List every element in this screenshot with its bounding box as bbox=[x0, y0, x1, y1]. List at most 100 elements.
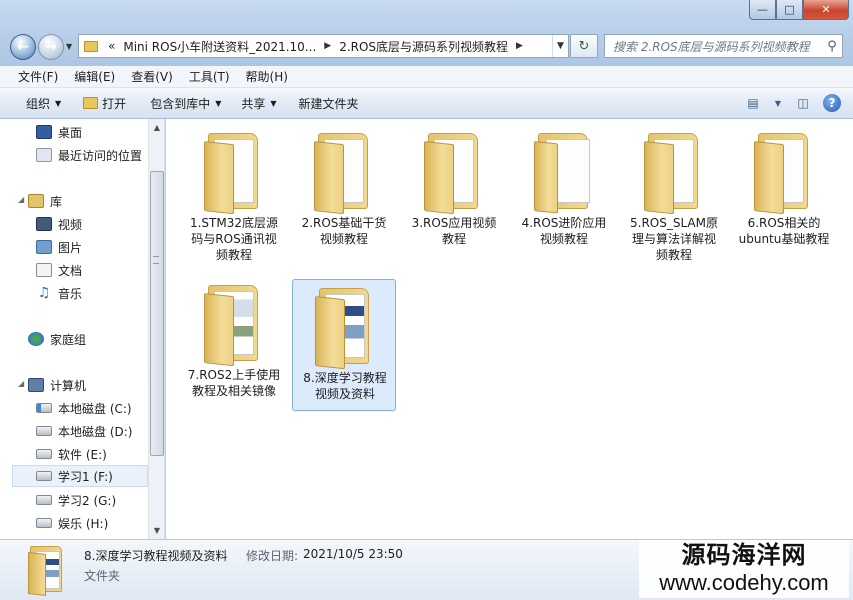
chevron-down-icon: ▼ bbox=[55, 98, 62, 108]
folder-icon bbox=[424, 133, 486, 215]
nav-scrollbar[interactable]: ▲ ▼ bbox=[148, 119, 164, 539]
address-bar[interactable]: « Mini ROS小车附送资料_2021.10... ▶ 2.ROS底层与源码… bbox=[78, 34, 569, 58]
nav-item-drive-h[interactable]: 娱乐 (H:) bbox=[36, 512, 148, 534]
new-folder-label: 新建文件夹 bbox=[298, 96, 359, 111]
scrollbar-thumb[interactable] bbox=[150, 171, 164, 456]
title-bar: — □ ✕ ← → ▼ « Mini ROS小车附送资料_2021.10... … bbox=[0, 0, 853, 66]
nav-item-drive-d[interactable]: 本地磁盘 (D:) bbox=[36, 420, 148, 442]
selected-item-name: 8.深度学习教程视频及资料 bbox=[84, 549, 228, 563]
folder-item-1[interactable]: 1.STM32底层源 码与ROS通讯视 频教程 bbox=[182, 125, 286, 262]
forward-button[interactable]: → bbox=[38, 34, 64, 60]
folder-item-5[interactable]: 5.ROS_SLAM原 理与算法详解视 频教程 bbox=[622, 125, 726, 262]
menu-file[interactable]: 文件(F) bbox=[10, 68, 66, 85]
nav-item-music[interactable]: ♫ 音乐 bbox=[36, 282, 148, 304]
nav-item-computer[interactable]: 计算机 bbox=[28, 374, 148, 396]
search-input[interactable]: 搜索 2.ROS底层与源码系列视频教程 bbox=[613, 38, 822, 55]
video-library-icon bbox=[36, 217, 52, 231]
address-dropdown-button[interactable]: ▼ bbox=[552, 35, 568, 57]
nav-item-libraries[interactable]: 库 bbox=[28, 190, 148, 212]
change-view-button[interactable]: ▤ bbox=[743, 93, 763, 113]
view-options-dropdown[interactable]: ▼ bbox=[773, 93, 783, 113]
scroll-up-icon[interactable]: ▲ bbox=[149, 119, 164, 136]
nav-label: 视频 bbox=[58, 217, 83, 232]
folder-item-4[interactable]: 4.ROS进阶应用 视频教程 bbox=[512, 125, 616, 257]
nav-item-drive-c[interactable]: 本地磁盘 (C:) bbox=[36, 397, 148, 419]
menu-bar: 文件(F) 编辑(E) 查看(V) 工具(T) 帮助(H) bbox=[0, 66, 853, 88]
search-icon[interactable]: ⚲ bbox=[822, 39, 842, 54]
nav-item-drive-g[interactable]: 学习2 (G:) bbox=[36, 489, 148, 511]
drive-icon bbox=[36, 495, 52, 505]
drive-icon bbox=[36, 426, 52, 436]
scroll-down-icon[interactable]: ▼ bbox=[149, 522, 164, 539]
share-button[interactable]: 共享 ▼ bbox=[233, 95, 284, 112]
organize-button[interactable]: 组织 ▼ bbox=[18, 95, 69, 112]
maximize-button[interactable]: □ bbox=[776, 0, 803, 20]
organize-label: 组织 bbox=[26, 96, 51, 111]
share-label: 共享 bbox=[241, 96, 266, 111]
help-button[interactable]: ? bbox=[823, 94, 841, 112]
nav-item-recent-places[interactable]: 最近访问的位置 bbox=[36, 144, 148, 166]
nav-item-drive-f[interactable]: 学习1 (F:) bbox=[12, 465, 148, 487]
nav-label: 学习1 (F:) bbox=[58, 469, 113, 484]
menu-tools[interactable]: 工具(T) bbox=[181, 68, 238, 85]
file-list[interactable]: 1.STM32底层源 码与ROS通讯视 频教程 2.ROS基础干货 视频教程 3.RO… bbox=[166, 119, 853, 539]
nav-label: 学习2 (G:) bbox=[58, 493, 117, 508]
item-type: 文件夹 bbox=[84, 569, 121, 583]
nav-item-drive-e[interactable]: 软件 (E:) bbox=[36, 443, 148, 465]
nav-item-documents[interactable]: 文档 bbox=[36, 259, 148, 281]
menu-view[interactable]: 查看(V) bbox=[123, 68, 181, 85]
folder-label: 7.ROS2上手使用 教程及相关镜像 bbox=[187, 368, 281, 398]
nav-label: 本地磁盘 (C:) bbox=[58, 401, 132, 416]
collapse-arrow-icon[interactable]: ◢ bbox=[18, 379, 24, 388]
folder-icon bbox=[84, 40, 98, 52]
folder-item-6[interactable]: 6.ROS相关的 ubuntu基础教程 bbox=[732, 125, 836, 257]
watermark: 源码海洋网 www.codehy.com bbox=[639, 540, 849, 598]
folder-icon bbox=[754, 133, 816, 215]
computer-icon bbox=[28, 378, 44, 392]
breadcrumb-chevron-icon[interactable]: ▶ bbox=[512, 41, 527, 51]
preview-pane-button[interactable]: ◫ bbox=[793, 93, 813, 113]
minimize-button[interactable]: — bbox=[749, 0, 776, 20]
folder-item-7[interactable]: 7.ROS2上手使用 教程及相关镜像 bbox=[182, 277, 286, 409]
collapse-arrow-icon[interactable]: ◢ bbox=[18, 195, 24, 204]
recent-places-icon bbox=[36, 148, 52, 162]
scrollbar-grip-icon bbox=[153, 256, 159, 264]
document-library-icon bbox=[36, 263, 52, 277]
drive-icon bbox=[36, 518, 52, 528]
folder-item-8[interactable]: 8.深度学习教程 视频及资料 bbox=[292, 279, 396, 411]
breadcrumb-chevron-icon[interactable]: ▶ bbox=[320, 41, 335, 51]
refresh-button[interactable]: ↻ bbox=[570, 34, 598, 58]
open-button[interactable]: 打开 bbox=[75, 95, 134, 112]
breadcrumb-item[interactable]: Mini ROS小车附送资料_2021.10... bbox=[119, 38, 320, 55]
window-controls: — □ ✕ bbox=[749, 0, 849, 20]
breadcrumb-overflow[interactable]: « bbox=[104, 39, 119, 53]
modified-date-label: 修改日期: bbox=[246, 549, 299, 563]
folder-icon bbox=[644, 133, 706, 215]
menu-help[interactable]: 帮助(H) bbox=[238, 68, 296, 85]
recent-pages-dropdown[interactable]: ▼ bbox=[66, 42, 72, 51]
back-button[interactable]: ← bbox=[10, 34, 36, 60]
close-button[interactable]: ✕ bbox=[803, 0, 849, 20]
folder-icon bbox=[315, 288, 377, 370]
drive-icon bbox=[36, 471, 52, 481]
include-in-library-button[interactable]: 包含到库中 ▼ bbox=[142, 95, 229, 112]
nav-item-desktop[interactable]: 桌面 bbox=[36, 121, 148, 143]
nav-label: 本地磁盘 (D:) bbox=[58, 424, 133, 439]
folder-item-3[interactable]: 3.ROS应用视频 教程 bbox=[402, 125, 506, 257]
modified-date-value: 2021/10/5 23:50 bbox=[303, 547, 403, 561]
folder-item-2[interactable]: 2.ROS基础干货 视频教程 bbox=[292, 125, 396, 257]
drive-icon bbox=[36, 449, 52, 459]
folder-label: 8.深度学习教程 视频及资料 bbox=[303, 371, 387, 401]
nav-label: 桌面 bbox=[58, 125, 83, 140]
folder-icon bbox=[28, 546, 68, 596]
new-folder-button[interactable]: 新建文件夹 bbox=[291, 95, 367, 112]
breadcrumb-item[interactable]: 2.ROS底层与源码系列视频教程 bbox=[335, 38, 512, 55]
nav-item-videos[interactable]: 视频 bbox=[36, 213, 148, 235]
nav-item-homegroup[interactable]: 家庭组 bbox=[28, 328, 148, 350]
desktop-icon bbox=[36, 125, 52, 139]
chevron-down-icon: ▼ bbox=[270, 98, 277, 108]
nav-item-pictures[interactable]: 图片 bbox=[36, 236, 148, 258]
menu-edit[interactable]: 编辑(E) bbox=[66, 68, 123, 85]
search-box[interactable]: 搜索 2.ROS底层与源码系列视频教程 ⚲ bbox=[604, 34, 843, 58]
nav-label: 娱乐 (H:) bbox=[58, 516, 109, 531]
